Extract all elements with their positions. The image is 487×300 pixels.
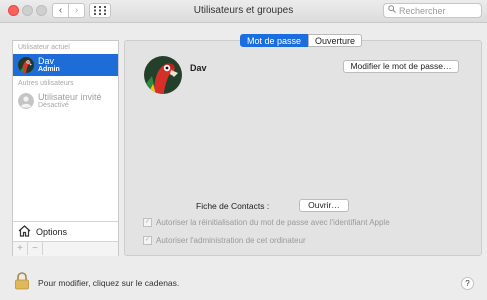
lock-instruction: Pour modifier, cliquez sur le cadenas. — [38, 278, 180, 288]
sidebar-item-guest-user[interactable]: Utilisateur invité Désactivé — [13, 90, 118, 112]
allow-admin-checkbox[interactable]: ✓ Autoriser l'administration de cet ordin… — [143, 236, 306, 246]
title-bar: ‹ › Utilisateurs et groupes Rechercher — [0, 0, 487, 23]
tab-password[interactable]: Mot de passe — [240, 34, 309, 47]
sidebar-item-current-user[interactable]: Dav Admin — [13, 54, 118, 76]
current-user-name: Dav — [38, 56, 55, 66]
house-icon — [18, 225, 31, 240]
add-remove-bar: + − — [13, 241, 118, 256]
current-user-header: Utilisateur actuel — [18, 44, 70, 51]
user-full-name: Dav — [190, 63, 207, 73]
allow-apple-id-reset-checkbox[interactable]: ✓ Autoriser la réinitialisation du mot de… — [143, 218, 390, 228]
change-password-button[interactable]: Modifier le mot de passe… — [343, 60, 459, 73]
search-placeholder: Rechercher — [399, 6, 446, 16]
user-picture[interactable] — [144, 56, 182, 94]
guest-avatar-icon — [18, 93, 34, 109]
remove-user-button[interactable]: − — [28, 242, 43, 255]
allow-apple-id-reset-label: Autoriser la réinitialisation du mot de … — [156, 218, 390, 227]
help-button[interactable]: ? — [461, 277, 474, 290]
login-options-button[interactable]: Options — [13, 221, 118, 242]
contacts-card-label: Fiche de Contacts : — [196, 201, 270, 211]
guest-user-status: Désactivé — [38, 102, 69, 109]
search-icon — [388, 5, 396, 15]
current-user-role: Admin — [38, 66, 60, 73]
checkmark-icon: ✓ — [143, 218, 152, 228]
tab-login-items[interactable]: Ouverture — [308, 34, 363, 47]
parrot-avatar — [18, 57, 34, 73]
guest-user-name: Utilisateur invité — [38, 92, 102, 102]
users-sidebar: Utilisateur actuel Dav Admin Autres util… — [12, 40, 119, 256]
lock-icon[interactable] — [14, 272, 30, 292]
tab-bar: Mot de passe Ouverture — [240, 34, 363, 47]
search-field[interactable]: Rechercher — [383, 3, 482, 18]
open-contacts-button[interactable]: Ouvrir… — [299, 199, 349, 212]
checkmark-icon: ✓ — [143, 236, 152, 246]
other-users-header: Autres utilisateurs — [18, 80, 74, 87]
options-label: Options — [36, 227, 68, 237]
allow-admin-label: Autoriser l'administration de cet ordina… — [156, 236, 306, 245]
add-user-button[interactable]: + — [13, 242, 28, 255]
